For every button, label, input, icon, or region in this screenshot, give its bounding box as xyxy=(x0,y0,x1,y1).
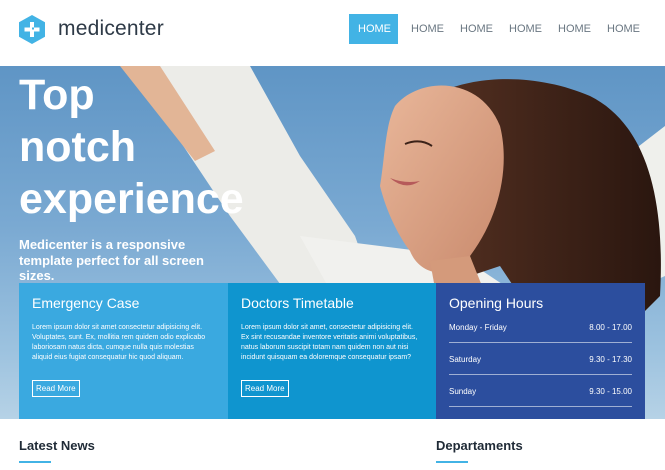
latest-news-heading: Latest News xyxy=(19,438,95,453)
emergency-case-text: Lorem ipsum dolor sit amet consectetur a… xyxy=(32,324,206,361)
hero-title-line: Top xyxy=(19,71,95,119)
hours-time: 8.00 - 17.00 xyxy=(589,323,632,332)
departaments-heading: Departaments xyxy=(436,438,523,453)
hero-title: Top notch experience xyxy=(19,69,279,225)
hero-title-line: experience xyxy=(19,175,244,223)
nav-item-home[interactable]: HOME xyxy=(604,14,643,44)
nav-item-home-active[interactable]: HOME xyxy=(349,14,398,44)
emergency-case-title: Emergency Case xyxy=(32,295,140,311)
hours-time: 9.30 - 17.30 xyxy=(589,355,632,364)
hours-divider xyxy=(449,406,632,407)
emergency-read-more-button[interactable]: Read More xyxy=(32,380,80,397)
doctors-timetable-box: Doctors Timetable Lorem ipsum dolor sit … xyxy=(228,283,436,419)
main-nav: HOME HOME HOME HOME HOME HOME xyxy=(349,14,643,44)
latest-news-underline xyxy=(19,461,51,463)
nav-item-home[interactable]: HOME xyxy=(408,14,447,44)
doctors-timetable-title: Doctors Timetable xyxy=(241,295,354,311)
hours-divider xyxy=(449,374,632,375)
brand-name[interactable]: medicenter xyxy=(58,17,164,41)
doctors-timetable-text: Lorem ipsum dolor sit amet, consectetur … xyxy=(241,324,418,361)
nav-item-home[interactable]: HOME xyxy=(457,14,496,44)
site-header: medicenter HOME HOME HOME HOME HOME HOME xyxy=(0,0,665,66)
emergency-case-box: Emergency Case Lorem ipsum dolor sit ame… xyxy=(19,283,228,419)
hero-title-line: notch xyxy=(19,123,137,171)
hours-divider xyxy=(449,342,632,343)
nav-item-home[interactable]: HOME xyxy=(555,14,594,44)
hours-day: Sunday xyxy=(449,387,477,396)
hours-day: Monday - Friday xyxy=(449,323,507,332)
hero-subtitle: Medicenter is a responsive template perf… xyxy=(19,237,204,283)
logo-icon[interactable] xyxy=(19,15,45,44)
hours-day: Saturday xyxy=(449,355,482,364)
nav-item-home[interactable]: HOME xyxy=(506,14,545,44)
departaments-underline xyxy=(436,461,468,463)
opening-hours-title: Opening Hours xyxy=(449,295,544,311)
hours-time: 9.30 - 15.00 xyxy=(589,387,632,396)
timetable-read-more-button[interactable]: Read More xyxy=(241,380,289,397)
opening-hours-box: Opening Hours Monday - Friday 8.00 - 17.… xyxy=(436,283,645,419)
